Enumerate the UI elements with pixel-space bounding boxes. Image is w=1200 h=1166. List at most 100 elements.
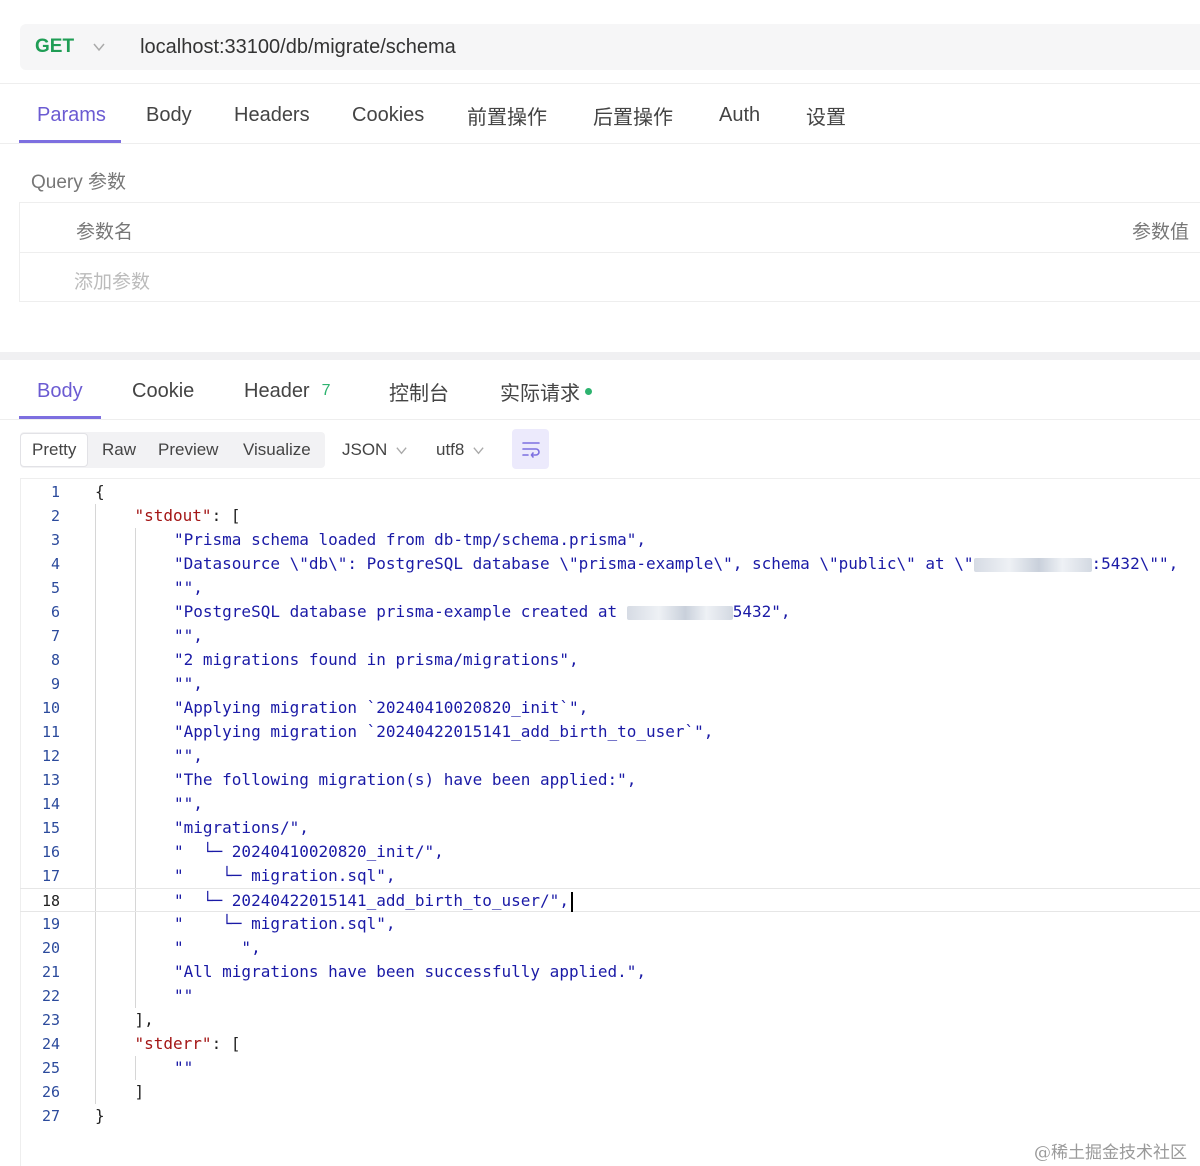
json-value: { (95, 482, 105, 501)
json-value: "Datasource \"db\": PostgreSQL database … (174, 554, 974, 573)
json-value: "2 migrations found in prisma/migrations… (174, 650, 579, 669)
json-value: "" (174, 1058, 194, 1077)
tab-params[interactable]: Params (37, 86, 106, 144)
redacted-host (973, 557, 1092, 572)
param-value-header: 参数值 (1132, 222, 1190, 243)
line-number: 20 (41, 939, 60, 957)
json-value: ] (134, 1082, 145, 1101)
tab-headers[interactable]: Headers (234, 86, 310, 144)
json-value: "Prisma schema loaded from db-tmp/schema… (174, 530, 647, 549)
response-tabs: Body Cookie Header 7 控制台 实际请求 (0, 362, 1200, 422)
line-number: 25 (41, 1059, 60, 1077)
code-text: } (95, 1104, 105, 1128)
code-text: "Applying migration `20240422015141_add_… (174, 720, 713, 744)
json-value: "", (174, 626, 203, 645)
encoding-select[interactable]: utf8 (436, 432, 485, 468)
response-body-editor[interactable]: 1{ 2 "stdout": [ 3 "Prisma schema loaded fro… (20, 480, 1200, 1128)
code-text: " └─ 20240422015141_add_birth_to_user/", (174, 889, 573, 913)
line-number: 11 (41, 723, 60, 741)
json-value: "All migrations have been successfully a… (174, 962, 647, 981)
line-number: 24 (41, 1035, 60, 1053)
line-number: 12 (41, 747, 60, 765)
tab-actual-request-label: 实际请求 (500, 382, 580, 405)
line-number: 17 (41, 867, 60, 885)
tab-settings[interactable]: 设置 (806, 86, 846, 144)
line-number: 6 (50, 603, 60, 621)
code-text: "Datasource \"db\": PostgreSQL database … (174, 552, 1178, 576)
text-cursor (570, 891, 573, 912)
code-line: 3 "Prisma schema loaded from db-tmp/schem… (20, 528, 1200, 552)
view-visualize-button[interactable]: Visualize (243, 432, 311, 468)
json-value: "", (174, 794, 203, 813)
tab-actual-request[interactable]: 实际请求 (500, 362, 592, 420)
code-line: 21 "All migrations have been successfully… (20, 960, 1200, 984)
view-preview-button[interactable]: Preview (158, 432, 218, 468)
code-text: "stderr": [ (135, 1032, 241, 1056)
panel-splitter[interactable] (0, 352, 1200, 360)
code-text: "All migrations have been successfully a… (174, 960, 646, 984)
code-text: "" (174, 984, 193, 1008)
line-number: 2 (50, 507, 60, 525)
tab-response-header-label: Header (244, 379, 310, 402)
json-value: " └─ migration.sql", (174, 914, 396, 933)
json-value: "The following migration(s) have been ap… (174, 770, 637, 789)
method-select[interactable]: GET (35, 36, 74, 58)
code-line: 1{ (20, 480, 1200, 504)
code-line: 11 "Applying migration `20240422015141_ad… (20, 720, 1200, 744)
line-number: 16 (41, 843, 60, 861)
line-number: 5 (50, 579, 60, 597)
tab-response-cookie[interactable]: Cookie (132, 362, 194, 420)
code-line: 17 " └─ migration.sql", (20, 864, 1200, 888)
code-text: "stdout": [ (135, 504, 241, 528)
tab-auth[interactable]: Auth (719, 86, 760, 144)
json-value: " └─ 20240422015141_add_birth_to_user/", (174, 891, 569, 910)
code-text: "PostgreSQL database prisma-example crea… (174, 600, 791, 624)
json-value: "Applying migration `20240410020820_init… (174, 698, 589, 717)
add-param-input[interactable]: 添加参数 (74, 267, 150, 294)
code-line: 15 "migrations/", (20, 816, 1200, 840)
encoding-select-value: utf8 (436, 440, 465, 459)
tab-cookies[interactable]: Cookies (352, 86, 424, 144)
tab-response-body[interactable]: Body (37, 362, 83, 420)
code-line: 5 "", (20, 576, 1200, 600)
json-value: "", (174, 746, 203, 765)
tab-post-request[interactable]: 后置操作 (593, 86, 673, 144)
line-number: 9 (50, 675, 60, 693)
line-number: 3 (50, 531, 60, 549)
code-text: ] (135, 1080, 145, 1104)
tab-console[interactable]: 控制台 (389, 362, 449, 420)
json-key: "stderr" (134, 1034, 212, 1053)
url-bar: GET localhost:33100/db/migrate/schema (20, 24, 1200, 70)
line-number: 13 (41, 771, 60, 789)
json-value: "PostgreSQL database prisma-example crea… (174, 602, 627, 621)
line-number: 15 (41, 819, 60, 837)
code-text: "", (174, 672, 203, 696)
json-value: " ", (174, 938, 261, 957)
view-raw-button[interactable]: Raw (102, 432, 136, 468)
json-value: "", (174, 674, 203, 693)
code-line: 10 "Applying migration `20240410020820_in… (20, 696, 1200, 720)
chevron-down-icon[interactable] (92, 40, 106, 54)
line-number: 27 (41, 1107, 60, 1125)
format-select[interactable]: JSON (342, 432, 408, 468)
json-value: " └─ 20240410020820_init/", (174, 842, 444, 861)
tabs-divider (0, 419, 1200, 420)
line-number: 19 (41, 915, 60, 933)
json-value: "", (174, 578, 203, 597)
code-border (20, 478, 1200, 479)
url-input[interactable]: localhost:33100/db/migrate/schema (140, 36, 456, 59)
code-text: "", (174, 744, 203, 768)
view-pretty-button[interactable]: Pretty (20, 433, 89, 467)
json-key: "stdout" (134, 506, 212, 525)
line-number: 14 (41, 795, 60, 813)
line-number: 7 (50, 627, 60, 645)
wrap-lines-icon (521, 442, 540, 458)
json-value: " └─ migration.sql", (174, 866, 396, 885)
redacted-host (626, 605, 733, 620)
tab-response-header[interactable]: Header 7 (244, 362, 331, 420)
line-number: 18 (41, 892, 60, 910)
tab-body[interactable]: Body (146, 86, 192, 144)
tab-pre-request[interactable]: 前置操作 (467, 86, 547, 144)
chevron-down-icon (396, 446, 408, 454)
wrap-lines-button[interactable] (512, 429, 549, 469)
